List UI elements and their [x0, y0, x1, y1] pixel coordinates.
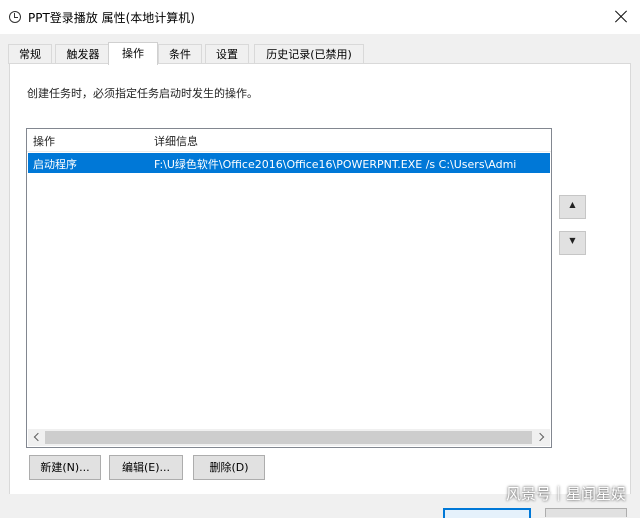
tab-general[interactable]: 常规 [8, 44, 52, 64]
clock-icon [9, 11, 21, 23]
row-action-cell: 启动程序 [33, 158, 77, 171]
scroll-right-icon[interactable] [533, 429, 550, 446]
tab-settings[interactable]: 设置 [205, 44, 249, 64]
scroll-thumb[interactable] [45, 431, 532, 444]
ok-button[interactable] [443, 508, 531, 518]
tab-triggers[interactable]: 触发器 [55, 44, 111, 64]
window-title: PPT登录播放 属性(本地计算机) [28, 11, 195, 25]
watermark: 风景号｜星闻星娱 [505, 485, 626, 503]
tab-actions[interactable]: 操作 [108, 42, 158, 65]
column-header-action[interactable]: 操作 [33, 133, 55, 149]
arrow-down-icon: ▼ [569, 236, 576, 245]
table-row[interactable]: 启动程序 F:\U绿色软件\Office2016\Office16\POWERP… [28, 153, 550, 173]
row-details-cell: F:\U绿色软件\Office2016\Office16\POWERPNT.EX… [154, 158, 517, 171]
close-icon[interactable] [610, 6, 632, 28]
move-up-button[interactable]: ▲ [559, 195, 586, 219]
column-header-details[interactable]: 详细信息 [154, 133, 198, 149]
actions-list[interactable]: 操作 详细信息 启动程序 F:\U绿色软件\Office2016\Office1… [26, 128, 552, 448]
list-header: 操作 详细信息 [27, 129, 551, 152]
delete-button[interactable]: 删除(D) [193, 455, 265, 480]
edit-button[interactable]: 编辑(E)... [109, 455, 183, 480]
tab-strip: 常规 触发器 操作 条件 设置 历史记录(已禁用) [8, 42, 628, 65]
horizontal-scrollbar[interactable] [28, 429, 550, 446]
tab-conditions[interactable]: 条件 [158, 44, 202, 64]
title-bar: PPT登录播放 属性(本地计算机) [0, 0, 640, 34]
scroll-left-icon[interactable] [28, 429, 45, 446]
description-text: 创建任务时，必须指定任务启动时发生的操作。 [27, 87, 258, 100]
move-down-button[interactable]: ▼ [559, 231, 586, 255]
new-button[interactable]: 新建(N)... [29, 455, 101, 480]
tab-history[interactable]: 历史记录(已禁用) [254, 44, 364, 64]
arrow-up-icon: ▲ [569, 200, 576, 209]
